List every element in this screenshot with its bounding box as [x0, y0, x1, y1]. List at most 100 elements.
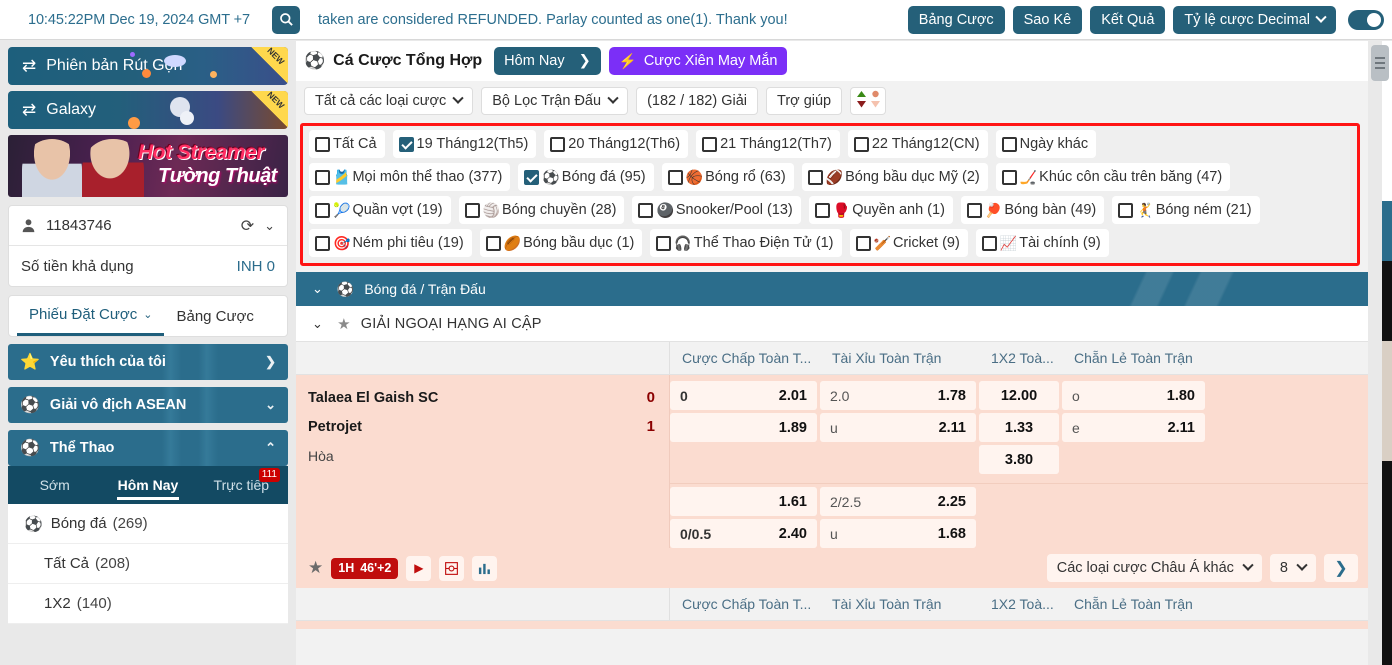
leaf-1x2[interactable]: 1X2 (140)	[8, 584, 288, 624]
sport-chip-financial[interactable]: 📈 Tài chính (9)	[975, 229, 1109, 257]
checkbox[interactable]	[855, 235, 871, 251]
odds-handicap2-home[interactable]: 1.61	[670, 487, 817, 516]
sport-chip-american-football[interactable]: 🏈 Bóng bầu dục Mỹ (2)	[801, 163, 988, 191]
sort-toggle[interactable]	[850, 87, 887, 115]
sport-chip-table-tennis[interactable]: 🏓 Bóng bàn (49)	[960, 196, 1105, 224]
all-bet-types-dropdown[interactable]: Tất cả các loại cược	[304, 87, 474, 115]
star-icon[interactable]: ★	[308, 558, 323, 578]
help-button[interactable]: Trợ giúp	[766, 87, 843, 115]
date-chip-19[interactable]: 19 Tháng12(Th5)	[392, 130, 537, 158]
odds-under2[interactable]: u 1.68	[820, 519, 976, 548]
odds-1x2-draw[interactable]: 3.80	[979, 445, 1059, 474]
chevron-down-icon[interactable]: ⌄	[312, 281, 323, 297]
checkbox[interactable]	[1118, 202, 1134, 218]
sort-ascending-icon[interactable]	[856, 90, 867, 113]
bet-count-dropdown[interactable]: 8	[1269, 554, 1316, 582]
checkbox[interactable]	[981, 235, 997, 251]
checkbox[interactable]	[464, 202, 480, 218]
tab-betslip[interactable]: Phiếu Đặt Cược ⌄	[17, 296, 165, 336]
checkbox[interactable]	[656, 235, 672, 251]
date-chip-20[interactable]: 20 Tháng12(Th6)	[544, 130, 689, 158]
sport-chip-darts[interactable]: 🎯 Ném phi tiêu (19)	[309, 229, 472, 257]
checkbox[interactable]	[524, 169, 540, 185]
checkbox[interactable]	[550, 136, 566, 152]
search-icon[interactable]	[272, 5, 301, 34]
checkbox[interactable]	[315, 202, 330, 218]
odds-handicap2-away[interactable]: 0/0.5 2.40	[670, 519, 817, 548]
next-page-button[interactable]: ❯	[1324, 554, 1358, 582]
sport-chip-boxing[interactable]: 🥊 Quyền anh (1)	[808, 196, 953, 224]
nav-my-favorites[interactable]: ⭐ Yêu thích của tôi ❯	[8, 344, 288, 380]
hot-streamer-banner[interactable]: Hot Streamer Tường Thuật	[8, 135, 288, 197]
sport-chip-rugby[interactable]: 🏉 Bóng bầu dục (1)	[479, 229, 643, 257]
pitch-icon[interactable]	[439, 555, 465, 581]
other-asian-bets-dropdown[interactable]: Các loại cược Châu Á khác	[1046, 554, 1262, 582]
checkbox[interactable]	[315, 169, 330, 185]
odds-odd[interactable]: o 1.80	[1062, 381, 1205, 410]
league-group-header[interactable]: ⌄ ⚽ Bóng đá / Trận Đấu	[296, 272, 1368, 306]
refresh-icon[interactable]: ⟳	[241, 216, 254, 236]
sort-descending-icon[interactable]	[870, 90, 881, 113]
sport-chip-ice-hockey[interactable]: 🏒 Khúc côn cầu trên băng (47)	[995, 163, 1231, 191]
sub-league-header[interactable]: ⌄ ★ GIẢI NGOẠI HẠNG AI CẬP	[296, 306, 1368, 342]
checkbox[interactable]	[853, 136, 869, 152]
promo-banner-compact[interactable]: ⇄ Phiên bản Rút Gọn NEW	[8, 47, 288, 85]
tab-early[interactable]: Sớm	[8, 466, 101, 504]
checkbox[interactable]	[807, 169, 823, 185]
page-scrollbar-thumb[interactable]	[1371, 45, 1389, 81]
checkbox[interactable]	[1001, 169, 1017, 185]
chevron-down-icon[interactable]: ⌄	[312, 316, 323, 332]
leaf-all[interactable]: Tất Cả (208)	[8, 544, 288, 584]
statement-button[interactable]: Sao Kê	[1012, 5, 1083, 34]
tab-bet-list[interactable]: Bảng Cược	[164, 296, 265, 336]
play-icon[interactable]: ▶	[406, 555, 432, 581]
odds-handicap-away[interactable]: 1.89	[670, 413, 817, 442]
odds-format-dropdown[interactable]: Tỷ lệ cược Decimal	[1173, 5, 1336, 34]
sport-chip-cricket[interactable]: 🏏 Cricket (9)	[849, 229, 968, 257]
results-button[interactable]: Kết Quả	[1090, 5, 1166, 34]
odds-1x2-home[interactable]: 12.00	[979, 381, 1059, 410]
sport-chip-basketball[interactable]: 🏀 Bóng rổ (63)	[661, 163, 794, 191]
leaf-football[interactable]: ⚽ Bóng đá (269)	[8, 504, 288, 544]
match-filter-dropdown[interactable]: Bộ Lọc Trận Đấu	[481, 87, 629, 115]
sport-chip-volleyball[interactable]: 🏐 Bóng chuyền (28)	[458, 196, 625, 224]
today-pill[interactable]: Hôm Nay ❯	[494, 47, 601, 75]
stats-icon[interactable]	[472, 555, 498, 581]
checkbox[interactable]	[315, 136, 330, 152]
odds-over2[interactable]: 2/2.5 2.25	[820, 487, 976, 516]
bet-list-button[interactable]: Bảng Cược	[907, 5, 1005, 34]
checkbox[interactable]	[315, 235, 330, 251]
nav-asean-championship[interactable]: ⚽ Giải vô địch ASEAN ⌄	[8, 387, 288, 423]
odds-over[interactable]: 2.0 1.78	[820, 381, 976, 410]
checkbox[interactable]	[485, 235, 501, 251]
sport-chip-tennis[interactable]: 🎾 Quần vợt (19)	[309, 196, 451, 224]
sport-chip-all-sports[interactable]: 🎽 Mọi môn thể thao (377)	[309, 163, 511, 191]
sport-chip-handball[interactable]: 🤾 Bóng ném (21)	[1112, 196, 1260, 224]
checkbox[interactable]	[638, 202, 654, 218]
display-toggle[interactable]	[1348, 9, 1384, 30]
date-chip-22[interactable]: 22 Tháng12(CN)	[847, 130, 988, 158]
date-chip-other[interactable]: Ngày khác	[995, 130, 1097, 158]
league-count-button[interactable]: (182 / 182) Giải	[636, 87, 759, 115]
tab-today[interactable]: Hôm Nay	[101, 466, 194, 504]
sport-chip-football[interactable]: ⚽ Bóng đá (95)	[518, 163, 654, 191]
date-chip-all[interactable]: Tất Cả	[309, 130, 385, 158]
checkbox[interactable]	[1001, 136, 1017, 152]
sport-chip-esports[interactable]: 🎧 Thể Thao Điện Tử (1)	[650, 229, 842, 257]
nav-sports[interactable]: ⚽ Thể Thao ⌃	[8, 430, 288, 466]
page-scrollbar-track[interactable]	[1368, 41, 1392, 665]
checkbox[interactable]	[667, 169, 683, 185]
promo-banner-galaxy[interactable]: ⇄ Galaxy NEW	[8, 91, 288, 129]
checkbox[interactable]	[398, 136, 414, 152]
chevron-down-icon[interactable]: ⌄	[264, 218, 275, 234]
tab-live[interactable]: Trực tiếp 111	[195, 466, 288, 504]
odds-handicap-home[interactable]: 0 2.01	[670, 381, 817, 410]
checkbox[interactable]	[966, 202, 982, 218]
star-icon[interactable]: ★	[337, 315, 351, 333]
sport-chip-snooker[interactable]: 🎱 Snooker/Pool (13)	[632, 196, 801, 224]
odds-even[interactable]: e 2.11	[1062, 413, 1205, 442]
date-chip-21[interactable]: 21 Tháng12(Th7)	[696, 130, 840, 158]
checkbox[interactable]	[814, 202, 830, 218]
checkbox[interactable]	[702, 136, 718, 152]
lucky-parlay-pill[interactable]: ⚡ Cược Xiên May Mắn	[608, 47, 788, 75]
